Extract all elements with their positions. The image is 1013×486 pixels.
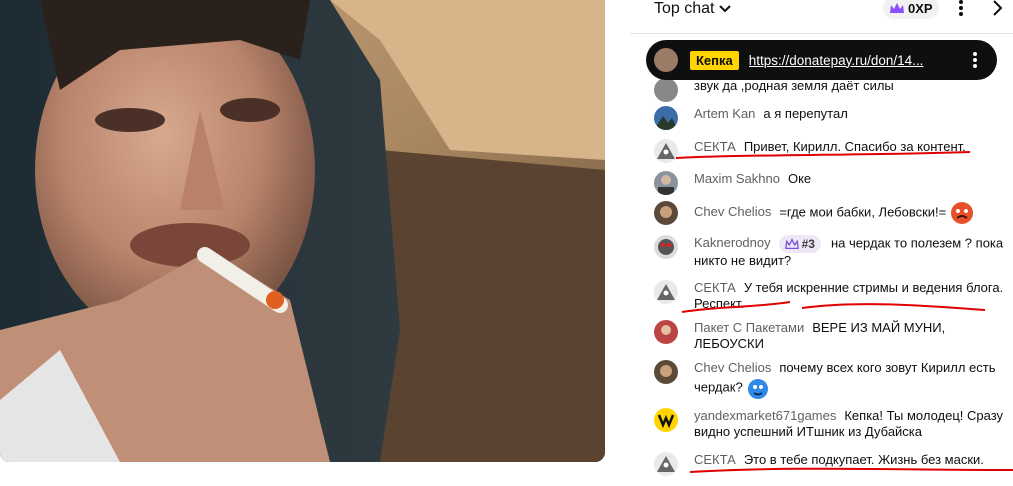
author-name[interactable]: Пакет С Пакетами (694, 320, 804, 335)
chat-message-partial: звук да ,родная земля даёт силы (654, 78, 1004, 102)
chevron-right-icon[interactable] (990, 0, 1004, 18)
chat-message: yandexmarket671games Кепка! Ты молодец! С… (654, 408, 1004, 440)
chevron-down-icon (719, 5, 732, 13)
avatar (654, 408, 678, 432)
avatar (654, 106, 678, 130)
pinned-more-icon[interactable] (971, 50, 979, 70)
avatar (654, 320, 678, 344)
chat-message: СЕКТА Привет, Кирилл. Спасибо за контент. (654, 139, 1004, 163)
pinned-message-banner[interactable]: Кепка https://donatepay.ru/don/14... (646, 40, 997, 80)
crown-icon (890, 3, 904, 13)
chat-header: Top chat 0XP (630, 0, 1013, 34)
xp-badge[interactable]: 0XP (883, 0, 939, 19)
pinned-author-avatar (654, 48, 678, 72)
avatar (654, 78, 678, 102)
message-text: =где мои бабки, Лебовски!= (779, 204, 947, 220)
author-name[interactable]: Chev Chelios (694, 204, 771, 219)
chat-message: Artem Kan а я перепутал (654, 106, 1004, 130)
author-name[interactable]: Chev Chelios (694, 360, 771, 375)
rank-label: #3 (801, 237, 815, 251)
more-options-icon[interactable] (956, 0, 966, 18)
chat-mode-dropdown[interactable]: Top chat (654, 0, 732, 18)
chat-message: Maxim Sakhno Оке (654, 171, 1004, 195)
chat-message: Kaknerodnoy #3 на чердак то полезем ? пока… (654, 235, 1004, 269)
author-name[interactable]: СЕКТА (694, 139, 736, 154)
author-name[interactable]: Artem Kan (694, 106, 755, 121)
chat-message: Пакет С Пакетами ВЕРЕ ИЗ МАЙ МУНИ, ЛЕБОУС… (654, 320, 1004, 352)
pinned-link[interactable]: https://donatepay.ru/don/14... (749, 53, 939, 68)
avatar (654, 280, 678, 304)
author-name[interactable]: Kaknerodnoy (694, 235, 771, 250)
avatar (654, 235, 678, 259)
author-name[interactable]: Maxim Sakhno (694, 171, 780, 186)
message-text: а я перепутал (763, 106, 848, 121)
crown-icon (784, 238, 799, 250)
message-text: У тебя искренние стримы и ведения блога.… (694, 280, 1004, 311)
author-name[interactable]: yandexmarket671games (694, 408, 836, 423)
xp-label: 0XP (908, 0, 933, 16)
video-player[interactable] (0, 0, 605, 462)
message-text: Привет, Кирилл. Спасибо за контент. (743, 139, 966, 154)
avatar (654, 201, 678, 225)
author-name[interactable]: СЕКТА (694, 452, 736, 467)
avatar (654, 139, 678, 163)
chat-message: СЕКТА Это в тебе подкупает. Жизнь без мас… (654, 452, 1004, 476)
chat-message: СЕКТА У тебя искренние стримы и ведения б… (654, 280, 1004, 312)
avatar (654, 360, 678, 384)
chat-message: Chev Chelios =где мои бабки, Лебовски!= (654, 201, 1004, 225)
avatar (654, 452, 678, 476)
angry-face-emoji-icon (950, 202, 973, 224)
video-frame-image (0, 0, 605, 462)
avatar (654, 171, 678, 195)
blue-creature-emoji-icon (748, 379, 769, 399)
chat-message: Chev Chelios почему всех кого зовут Кирил… (654, 360, 1004, 400)
member-rank-badge: #3 (778, 235, 821, 253)
message-text: звук да ,родная земля даёт силы (694, 78, 894, 93)
chat-mode-label: Top chat (654, 0, 715, 17)
pinned-author-name[interactable]: Кепка (690, 50, 739, 70)
live-chat-panel: Top chat 0XP звук да ,родная земля даёт … (630, 0, 1013, 486)
message-text: Оке (787, 171, 812, 186)
author-name[interactable]: СЕКТА (694, 280, 736, 295)
message-text: Это в тебе подкупает. Жизнь без маски. (743, 452, 984, 467)
